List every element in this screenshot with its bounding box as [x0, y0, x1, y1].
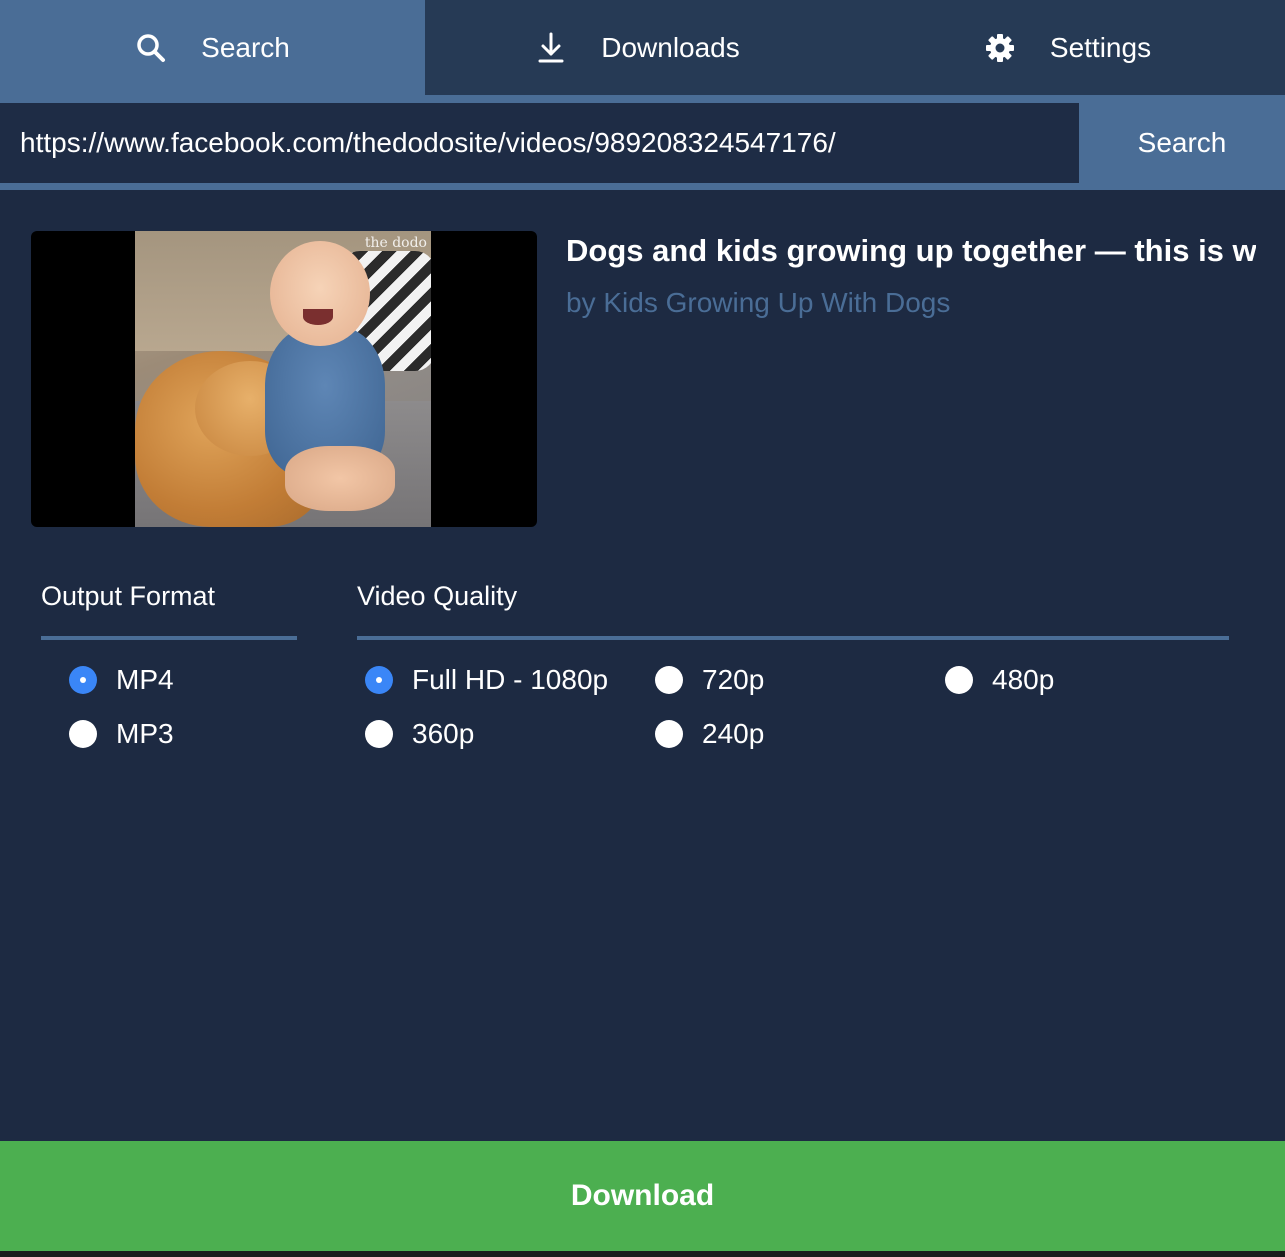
- download-button[interactable]: Download: [0, 1141, 1285, 1251]
- tab-downloads-label: Downloads: [601, 31, 740, 63]
- format-option-label: MP4: [116, 664, 174, 695]
- video-quality-divider: [357, 636, 1229, 640]
- thumbnail-image: the dodo: [135, 231, 431, 527]
- tab-downloads[interactable]: Downloads: [425, 0, 850, 95]
- format-option-mp3[interactable]: MP3: [69, 718, 174, 750]
- output-format-divider: [41, 636, 297, 640]
- output-format-label: Output Format: [41, 581, 216, 611]
- radio-button[interactable]: [655, 720, 683, 748]
- tab-settings[interactable]: Settings: [850, 0, 1285, 95]
- bottom-edge: [0, 1251, 1285, 1257]
- thumbnail-watermark: the dodo: [364, 235, 427, 251]
- radio-button[interactable]: [365, 720, 393, 748]
- radio-button[interactable]: [69, 720, 97, 748]
- format-option-mp4[interactable]: MP4: [69, 664, 174, 696]
- quality-option-720p[interactable]: 720p: [655, 664, 764, 696]
- video-quality-label: Video Quality: [357, 581, 518, 611]
- quality-option-360p[interactable]: 360p: [365, 718, 474, 750]
- search-button[interactable]: Search: [1079, 103, 1285, 183]
- video-title: Dogs and kids growing up together — this…: [566, 233, 1256, 268]
- gear-icon: [984, 32, 1016, 64]
- radio-button[interactable]: [945, 666, 973, 694]
- tab-search[interactable]: Search: [0, 0, 425, 95]
- tab-settings-label: Settings: [1049, 31, 1152, 63]
- quality-option-480p[interactable]: 480p: [945, 664, 1054, 696]
- quality-option-label: 360p: [412, 718, 475, 749]
- quality-option-1080p[interactable]: Full HD - 1080p: [365, 664, 608, 696]
- search-icon: [135, 32, 167, 64]
- radio-button[interactable]: [365, 666, 393, 694]
- radio-button[interactable]: [69, 666, 97, 694]
- tab-search-label: Search: [201, 31, 290, 63]
- search-bar: Search: [0, 95, 1285, 190]
- quality-option-label: 720p: [702, 664, 765, 695]
- quality-option-label: Full HD - 1080p: [412, 664, 609, 695]
- radio-button[interactable]: [655, 666, 683, 694]
- quality-option-label: 240p: [702, 718, 765, 749]
- url-input[interactable]: [0, 103, 1079, 183]
- tab-bar: Search Downloads Settings: [0, 0, 1285, 95]
- quality-option-label: 480p: [992, 664, 1055, 695]
- format-option-label: MP3: [116, 718, 174, 749]
- quality-option-240p[interactable]: 240p: [655, 718, 764, 750]
- video-thumbnail: the dodo: [31, 231, 537, 527]
- download-icon: [535, 32, 567, 64]
- video-author[interactable]: by Kids Growing Up With Dogs: [566, 287, 950, 319]
